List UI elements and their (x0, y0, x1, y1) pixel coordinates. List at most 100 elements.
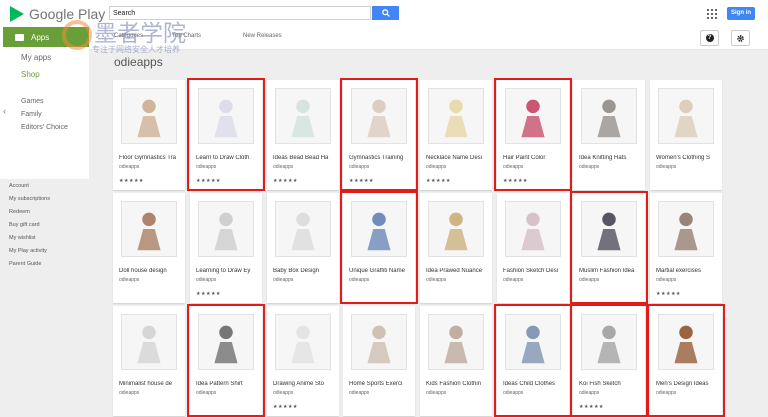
app-title[interactable]: Necklace Name Desi (426, 155, 490, 161)
sign-in-button[interactable]: Sign in (727, 7, 755, 20)
app-title[interactable]: Learn to Draw Cloth (196, 155, 260, 161)
search-button[interactable] (372, 6, 399, 20)
app-title[interactable]: Doll house design (119, 268, 183, 274)
redeem-link[interactable]: Redeem (9, 209, 30, 215)
app-thumbnail[interactable] (198, 314, 254, 370)
app-thumbnail[interactable] (275, 314, 331, 370)
app-developer[interactable]: odieapps (196, 390, 216, 396)
app-developer[interactable]: odieapps (656, 164, 676, 170)
parent-guide-link[interactable]: Parent Guide (9, 261, 41, 267)
app-thumbnail[interactable] (428, 314, 484, 370)
app-thumbnail[interactable] (505, 201, 561, 257)
app-thumbnail[interactable] (351, 314, 407, 370)
app-thumbnail[interactable] (658, 314, 714, 370)
app-title[interactable]: Drawing Anime Sto (273, 381, 337, 387)
app-title[interactable]: Martial exercises (656, 268, 720, 274)
app-developer[interactable]: odieapps (656, 390, 676, 396)
app-developer[interactable]: odieapps (119, 277, 139, 283)
app-card[interactable]: Idea Pattern Shirt odieapps (190, 306, 262, 416)
app-title[interactable]: Muslim Fashion Idea (579, 268, 643, 274)
app-title[interactable]: Home Sports Exerci (349, 381, 413, 387)
app-thumbnail[interactable] (505, 314, 561, 370)
app-thumbnail[interactable] (658, 88, 714, 144)
app-thumbnail[interactable] (198, 201, 254, 257)
app-card[interactable]: Unique Graffiti Name odieapps (343, 193, 415, 303)
app-developer[interactable]: odieapps (426, 164, 446, 170)
app-developer[interactable]: odieapps (273, 390, 293, 396)
app-developer[interactable]: odieapps (349, 390, 369, 396)
app-card[interactable]: Gymnastics Training odieapps ★★★★★ (343, 80, 415, 190)
apps-grid-icon[interactable] (707, 9, 717, 19)
app-thumbnail[interactable] (581, 201, 637, 257)
app-thumbnail[interactable] (428, 88, 484, 144)
app-title[interactable]: Idea Knitting Hats (579, 155, 643, 161)
app-developer[interactable]: odieapps (349, 277, 369, 283)
app-developer[interactable]: odieapps (426, 390, 446, 396)
app-title[interactable]: Unique Graffiti Name (349, 268, 413, 274)
app-card[interactable]: Women's Clothing S odieapps (650, 80, 722, 190)
app-thumbnail[interactable] (428, 201, 484, 257)
app-thumbnail[interactable] (581, 88, 637, 144)
app-thumbnail[interactable] (351, 201, 407, 257)
app-title[interactable]: Koi Fish Sketch (579, 381, 643, 387)
app-title[interactable]: Men's Design Ideas (656, 381, 720, 387)
app-card[interactable]: Martial exercises odieapps ★★★★★ (650, 193, 722, 303)
app-thumbnail[interactable] (351, 88, 407, 144)
app-thumbnail[interactable] (505, 88, 561, 144)
app-title[interactable]: Ideas Child Clothes (503, 381, 567, 387)
sidebar-item-editors-choice[interactable]: Editors' Choice (21, 124, 68, 131)
app-title[interactable]: Minimalist house de (119, 381, 183, 387)
buy-gift-card-link[interactable]: Buy gift card (9, 222, 40, 228)
account-link[interactable]: Account (9, 183, 29, 189)
app-developer[interactable]: odieapps (503, 390, 523, 396)
app-developer[interactable]: odieapps (503, 277, 523, 283)
app-thumbnail[interactable] (275, 88, 331, 144)
app-card[interactable]: Idea Prawed Nuance odieapps (420, 193, 492, 303)
app-developer[interactable]: odieapps (426, 277, 446, 283)
app-card[interactable]: Floor Gymnastics Tra odieapps ★★★★★ (113, 80, 185, 190)
app-thumbnail[interactable] (121, 88, 177, 144)
app-developer[interactable]: odieapps (349, 164, 369, 170)
app-card[interactable]: Ideas Child Clothes odieapps (497, 306, 569, 416)
app-card[interactable]: Home Sports Exerci odieapps (343, 306, 415, 416)
app-title[interactable]: Learning to Draw Ey (196, 268, 260, 274)
app-card[interactable]: Learn to Draw Cloth odieapps ★★★★★ (190, 80, 262, 190)
app-card[interactable]: Minimalist house de odieapps (113, 306, 185, 416)
new-releases-tab[interactable]: New Releases (243, 33, 282, 39)
wishlist-link[interactable]: My wishlist (9, 235, 36, 241)
app-card[interactable]: Necklace Name Desi odieapps ★★★★★ (420, 80, 492, 190)
subscriptions-link[interactable]: My subscriptions (9, 196, 50, 202)
sidebar-item-my-apps[interactable]: My apps (21, 53, 51, 62)
app-title[interactable]: Floor Gymnastics Tra (119, 155, 183, 161)
app-thumbnail[interactable] (121, 314, 177, 370)
app-developer[interactable]: odieapps (196, 164, 216, 170)
app-thumbnail[interactable] (275, 201, 331, 257)
app-thumbnail[interactable] (581, 314, 637, 370)
app-thumbnail[interactable] (121, 201, 177, 257)
app-title[interactable]: Hair Paint Color (503, 155, 567, 161)
sidebar-collapse-icon[interactable]: ‹ (3, 106, 6, 116)
sidebar-item-shop[interactable]: Shop (21, 70, 40, 79)
app-title[interactable]: Baby Box Design (273, 268, 337, 274)
settings-button[interactable] (731, 30, 750, 46)
app-title[interactable]: Ideas Bead Bead Ha (273, 155, 337, 161)
google-play-logo[interactable]: Google Play (10, 4, 105, 24)
app-title[interactable]: Women's Clothing S (656, 155, 720, 161)
app-title[interactable]: Fashion Sketch Desi (503, 268, 567, 274)
app-title[interactable]: Kids Fashion Clothin (426, 381, 490, 387)
app-title[interactable]: Gymnastics Training (349, 155, 413, 161)
app-developer[interactable]: odieapps (119, 390, 139, 396)
app-developer[interactable]: odieapps (656, 277, 676, 283)
app-card[interactable]: Muslim Fashion Idea odieapps (573, 193, 645, 303)
app-title[interactable]: Idea Prawed Nuance (426, 268, 490, 274)
app-developer[interactable]: odieapps (579, 164, 599, 170)
app-card[interactable]: Learning to Draw Ey odieapps ★★★★★ (190, 193, 262, 303)
app-developer[interactable]: odieapps (273, 277, 293, 283)
app-card[interactable]: Doll house design odieapps (113, 193, 185, 303)
app-card[interactable]: Fashion Sketch Desi odieapps (497, 193, 569, 303)
app-card[interactable]: Men's Design Ideas odieapps (650, 306, 722, 416)
app-thumbnail[interactable] (658, 201, 714, 257)
app-developer[interactable]: odieapps (579, 390, 599, 396)
play-activity-link[interactable]: My Play activity (9, 248, 47, 254)
help-button[interactable]: ? (700, 30, 719, 46)
